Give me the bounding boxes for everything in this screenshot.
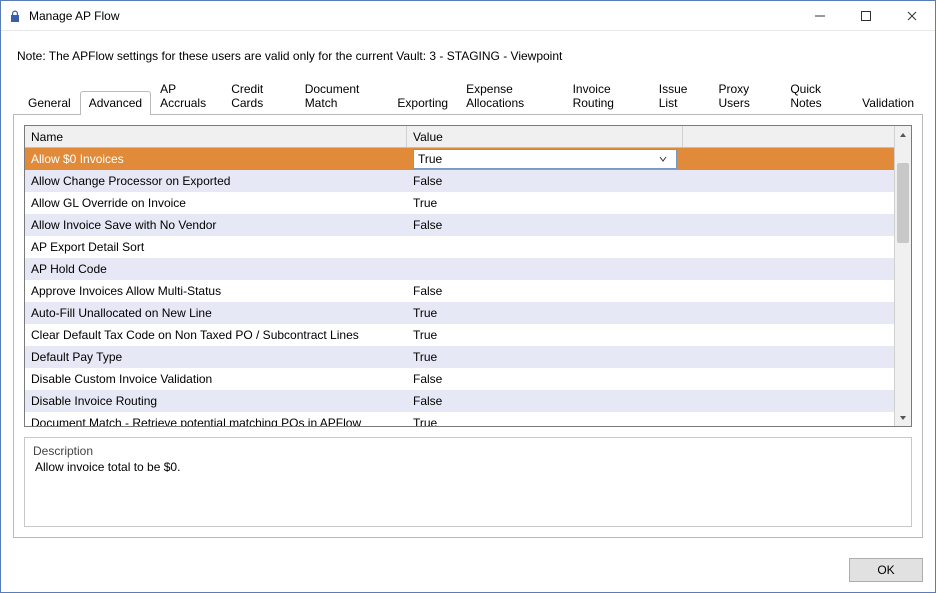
tab-exporting[interactable]: Exporting: [388, 91, 457, 114]
setting-name: AP Hold Code: [25, 262, 407, 276]
tab-general[interactable]: General: [19, 91, 80, 114]
titlebar: Manage AP Flow: [1, 1, 935, 31]
setting-name: Allow Change Processor on Exported: [25, 174, 407, 188]
setting-value[interactable]: True: [407, 306, 683, 320]
description-text: Allow invoice total to be $0.: [33, 460, 903, 474]
grid-header: Name Value: [25, 126, 894, 148]
grid-body: Allow $0 InvoicesTrueAllow Change Proces…: [25, 148, 894, 426]
tab-panel-advanced: Name Value Allow $0 InvoicesTrueAllow Ch…: [13, 114, 923, 538]
table-row[interactable]: Disable Custom Invoice ValidationFalse: [25, 368, 894, 390]
window-title: Manage AP Flow: [29, 9, 120, 23]
tab-advanced[interactable]: Advanced: [80, 91, 151, 115]
setting-value[interactable]: False: [407, 218, 683, 232]
tab-invoice-routing[interactable]: Invoice Routing: [564, 77, 650, 114]
setting-value[interactable]: False: [407, 284, 683, 298]
scroll-thumb[interactable]: [897, 163, 909, 243]
table-row[interactable]: AP Export Detail Sort: [25, 236, 894, 258]
setting-name: Approve Invoices Allow Multi-Status: [25, 284, 407, 298]
table-row[interactable]: Approve Invoices Allow Multi-StatusFalse: [25, 280, 894, 302]
setting-value[interactable]: True: [407, 416, 683, 426]
footer: OK: [1, 550, 935, 592]
lock-icon: [7, 8, 23, 24]
tabstrip: GeneralAdvancedAP AccrualsCredit CardsDo…: [13, 77, 923, 114]
setting-value[interactable]: True: [407, 149, 683, 169]
setting-name: Disable Invoice Routing: [25, 394, 407, 408]
column-header-value[interactable]: Value: [407, 126, 683, 147]
table-row[interactable]: Allow Invoice Save with No VendorFalse: [25, 214, 894, 236]
ok-button[interactable]: OK: [849, 558, 923, 582]
tab-document-match[interactable]: Document Match: [296, 77, 389, 114]
scroll-track[interactable]: [895, 143, 911, 409]
setting-value[interactable]: True: [407, 350, 683, 364]
description-label: Description: [33, 444, 903, 458]
table-row[interactable]: Disable Invoice RoutingFalse: [25, 390, 894, 412]
tab-expense-allocations[interactable]: Expense Allocations: [457, 77, 563, 114]
table-row[interactable]: Allow $0 Invoices True: [25, 148, 894, 170]
column-header-blank: [683, 126, 894, 147]
setting-name: AP Export Detail Sort: [25, 240, 407, 254]
setting-value[interactable]: False: [407, 174, 683, 188]
table-row[interactable]: Allow Change Processor on ExportedFalse: [25, 170, 894, 192]
setting-value[interactable]: True: [407, 328, 683, 342]
column-header-name[interactable]: Name: [25, 126, 407, 147]
table-row[interactable]: Default Pay TypeTrue: [25, 346, 894, 368]
window-controls: [797, 1, 935, 30]
scroll-down-button[interactable]: [895, 409, 911, 426]
grid-inner: Name Value Allow $0 InvoicesTrueAllow Ch…: [25, 126, 894, 426]
description-box: Description Allow invoice total to be $0…: [24, 437, 912, 527]
close-button[interactable]: [889, 1, 935, 30]
table-row[interactable]: Clear Default Tax Code on Non Taxed PO /…: [25, 324, 894, 346]
setting-value[interactable]: False: [407, 394, 683, 408]
table-row[interactable]: AP Hold Code: [25, 258, 894, 280]
table-row[interactable]: Document Match - Retrieve potential matc…: [25, 412, 894, 426]
setting-name: Allow $0 Invoices: [25, 152, 407, 166]
maximize-button[interactable]: [843, 1, 889, 30]
window: Manage AP Flow Note: The APFlow settings…: [0, 0, 936, 593]
note-text: Note: The APFlow settings for these user…: [13, 41, 923, 77]
setting-name: Default Pay Type: [25, 350, 407, 364]
table-row[interactable]: Allow GL Override on InvoiceTrue: [25, 192, 894, 214]
settings-grid: Name Value Allow $0 InvoicesTrueAllow Ch…: [24, 125, 912, 427]
scroll-up-button[interactable]: [895, 126, 911, 143]
setting-name: Allow Invoice Save with No Vendor: [25, 218, 407, 232]
tab-ap-accruals[interactable]: AP Accruals: [151, 77, 222, 114]
setting-name: Disable Custom Invoice Validation: [25, 372, 407, 386]
setting-name: Auto-Fill Unallocated on New Line: [25, 306, 407, 320]
tab-proxy-users[interactable]: Proxy Users: [710, 77, 782, 114]
vertical-scrollbar[interactable]: [894, 126, 911, 426]
content-area: Note: The APFlow settings for these user…: [1, 31, 935, 550]
setting-value[interactable]: True: [407, 196, 683, 210]
tab-validation[interactable]: Validation: [853, 91, 923, 114]
tab-credit-cards[interactable]: Credit Cards: [222, 77, 295, 114]
setting-name: Clear Default Tax Code on Non Taxed PO /…: [25, 328, 407, 342]
table-row[interactable]: Auto-Fill Unallocated on New LineTrue: [25, 302, 894, 324]
setting-name: Document Match - Retrieve potential matc…: [25, 416, 407, 426]
dropdown-selected-text: True: [418, 152, 442, 166]
tab-issue-list[interactable]: Issue List: [650, 77, 710, 114]
tab-quick-notes[interactable]: Quick Notes: [781, 77, 853, 114]
minimize-button[interactable]: [797, 1, 843, 30]
value-dropdown[interactable]: True: [413, 149, 677, 169]
chevron-down-icon[interactable]: [654, 150, 672, 168]
setting-name: Allow GL Override on Invoice: [25, 196, 407, 210]
setting-value[interactable]: False: [407, 372, 683, 386]
